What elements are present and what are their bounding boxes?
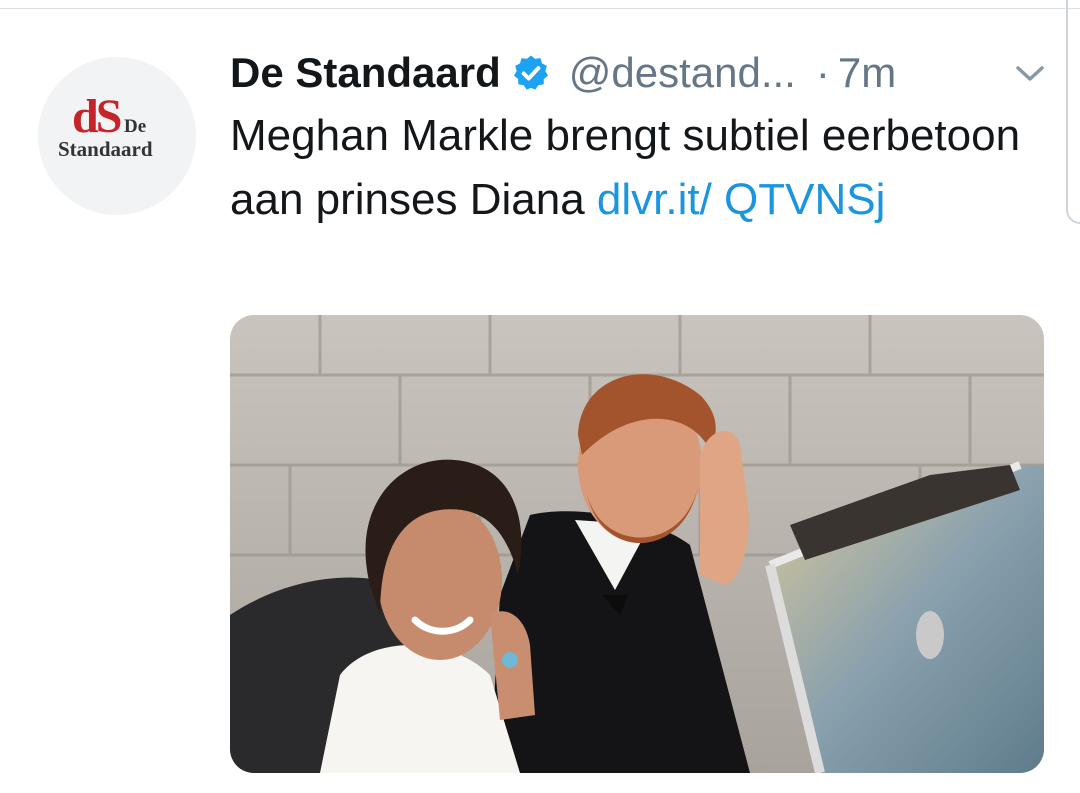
ring (502, 652, 518, 668)
adjacent-panel-edge (1066, 0, 1080, 224)
tweet-card[interactable]: dS De Standaard De Standaard @destand...… (0, 0, 1080, 793)
avatar-monogram: dS (72, 90, 122, 143)
top-divider (0, 8, 1080, 9)
verified-badge-icon (513, 55, 548, 90)
avatar-word-bottom: Standaard (58, 137, 153, 161)
photo-illustration (230, 315, 1044, 773)
tweet-text: Meghan Markle brengt subtiel eerbetoon a… (230, 104, 1050, 232)
user-handle[interactable]: @destand... (569, 45, 796, 101)
display-name[interactable]: De Standaard (230, 45, 501, 101)
side-mirror (916, 611, 944, 659)
tweet-header: De Standaard @destand... · 7m (230, 45, 896, 101)
tweet-link[interactable]: dlvr.it/ QTVNSj (597, 175, 886, 224)
avatar[interactable]: dS De Standaard (38, 57, 196, 215)
chevron-down-icon[interactable] (1012, 60, 1048, 88)
timestamp[interactable]: 7m (838, 45, 896, 101)
tweet-photo[interactable] (230, 315, 1044, 773)
meta-separator: · (815, 49, 830, 96)
avatar-word-top: De (124, 116, 147, 137)
